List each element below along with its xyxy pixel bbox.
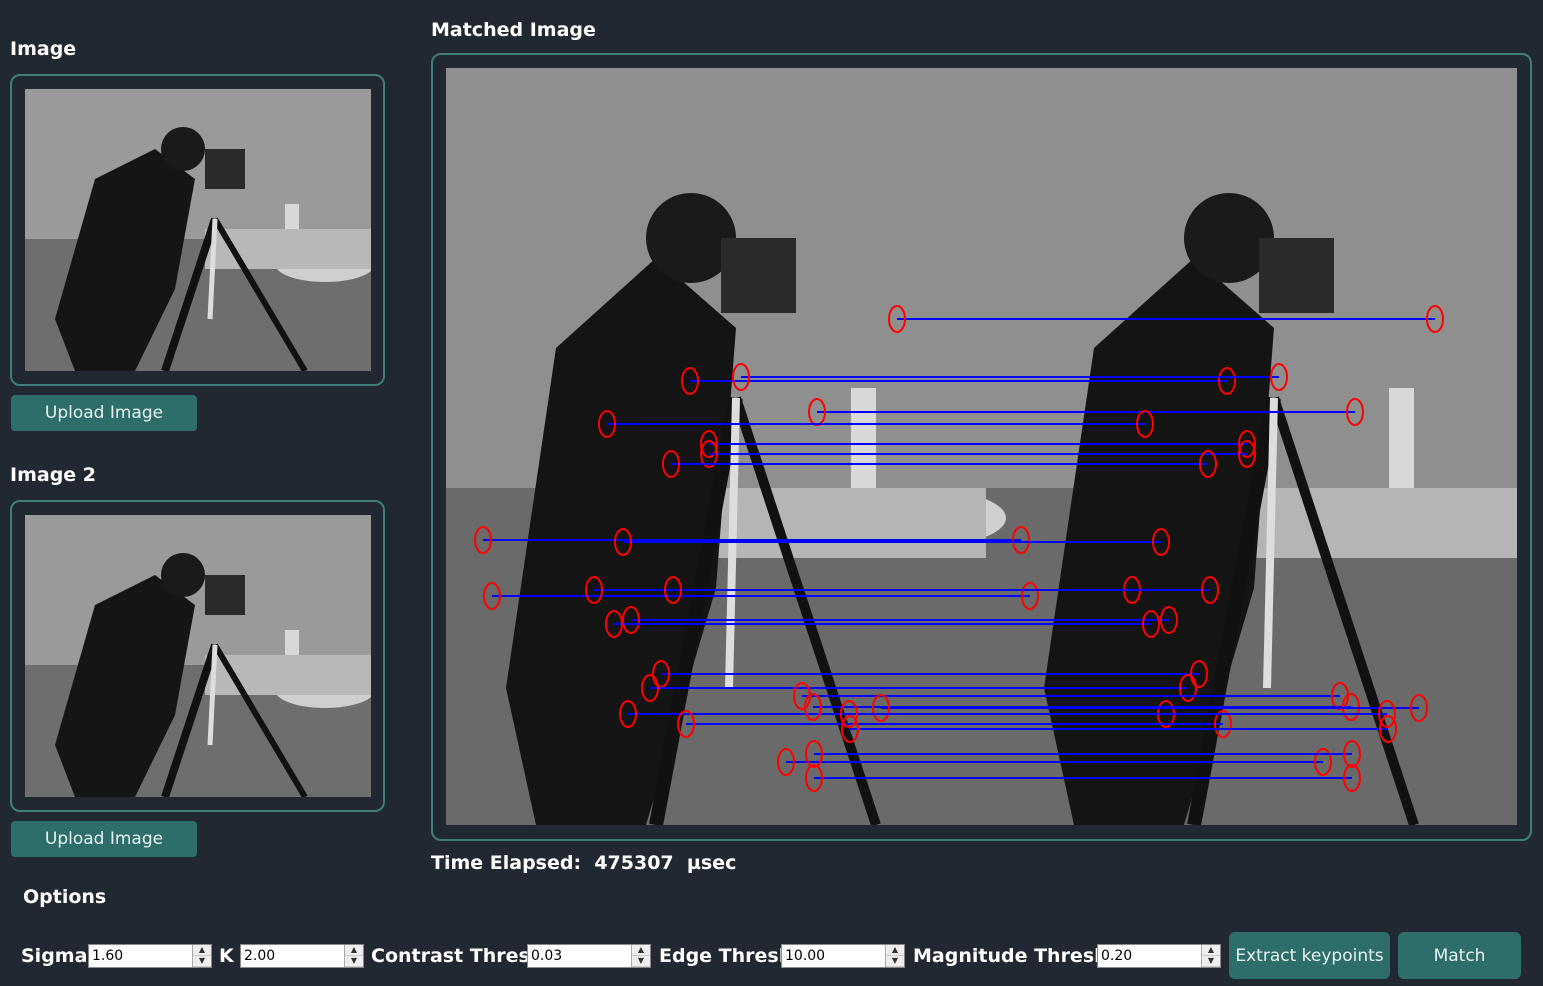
sigma-input[interactable] bbox=[89, 945, 192, 967]
k-up-icon[interactable]: ▲ bbox=[345, 945, 363, 956]
k-label: K bbox=[219, 945, 234, 967]
edge-up-icon[interactable]: ▲ bbox=[886, 945, 904, 956]
k-input[interactable] bbox=[241, 945, 344, 967]
extract-keypoints-button[interactable]: Extract keypoints bbox=[1229, 932, 1390, 979]
edge-input[interactable] bbox=[782, 945, 885, 967]
time-elapsed: Time Elapsed: 475307 µsec bbox=[431, 852, 736, 874]
image2-preview bbox=[25, 515, 371, 797]
upload-image2-button[interactable]: Upload Image bbox=[11, 821, 197, 857]
image1-heading: Image bbox=[10, 38, 77, 60]
magnitude-up-icon[interactable]: ▲ bbox=[1202, 945, 1220, 956]
sigma-label: Sigma bbox=[21, 945, 88, 967]
matched-image-heading: Matched Image bbox=[431, 19, 596, 41]
upload-image1-button[interactable]: Upload Image bbox=[11, 395, 197, 431]
time-label: Time Elapsed: bbox=[431, 852, 582, 874]
match-button[interactable]: Match bbox=[1398, 932, 1521, 979]
image1-preview bbox=[25, 89, 371, 371]
magnitude-input[interactable] bbox=[1098, 945, 1201, 967]
sigma-spinbox[interactable]: ▲▼ bbox=[88, 944, 212, 968]
sigma-up-icon[interactable]: ▲ bbox=[193, 945, 211, 956]
edge-spinbox[interactable]: ▲▼ bbox=[781, 944, 905, 968]
contrast-spinbox[interactable]: ▲▼ bbox=[527, 944, 651, 968]
contrast-label: Contrast Thresh bbox=[371, 945, 544, 967]
time-unit: µsec bbox=[686, 852, 737, 874]
edge-down-icon[interactable]: ▼ bbox=[886, 956, 904, 967]
magnitude-spinbox[interactable]: ▲▼ bbox=[1097, 944, 1221, 968]
contrast-down-icon[interactable]: ▼ bbox=[632, 956, 650, 967]
k-spinbox[interactable]: ▲▼ bbox=[240, 944, 364, 968]
magnitude-down-icon[interactable]: ▼ bbox=[1202, 956, 1220, 967]
contrast-input[interactable] bbox=[528, 945, 631, 967]
image2-heading: Image 2 bbox=[10, 464, 97, 486]
matched-image-preview bbox=[446, 68, 1517, 825]
contrast-up-icon[interactable]: ▲ bbox=[632, 945, 650, 956]
options-heading: Options bbox=[23, 886, 107, 908]
k-down-icon[interactable]: ▼ bbox=[345, 956, 363, 967]
edge-label: Edge Thresh bbox=[659, 945, 793, 967]
time-value: 475307 bbox=[594, 852, 674, 874]
sigma-down-icon[interactable]: ▼ bbox=[193, 956, 211, 967]
magnitude-label: Magnitude Thresh. bbox=[913, 945, 1115, 967]
